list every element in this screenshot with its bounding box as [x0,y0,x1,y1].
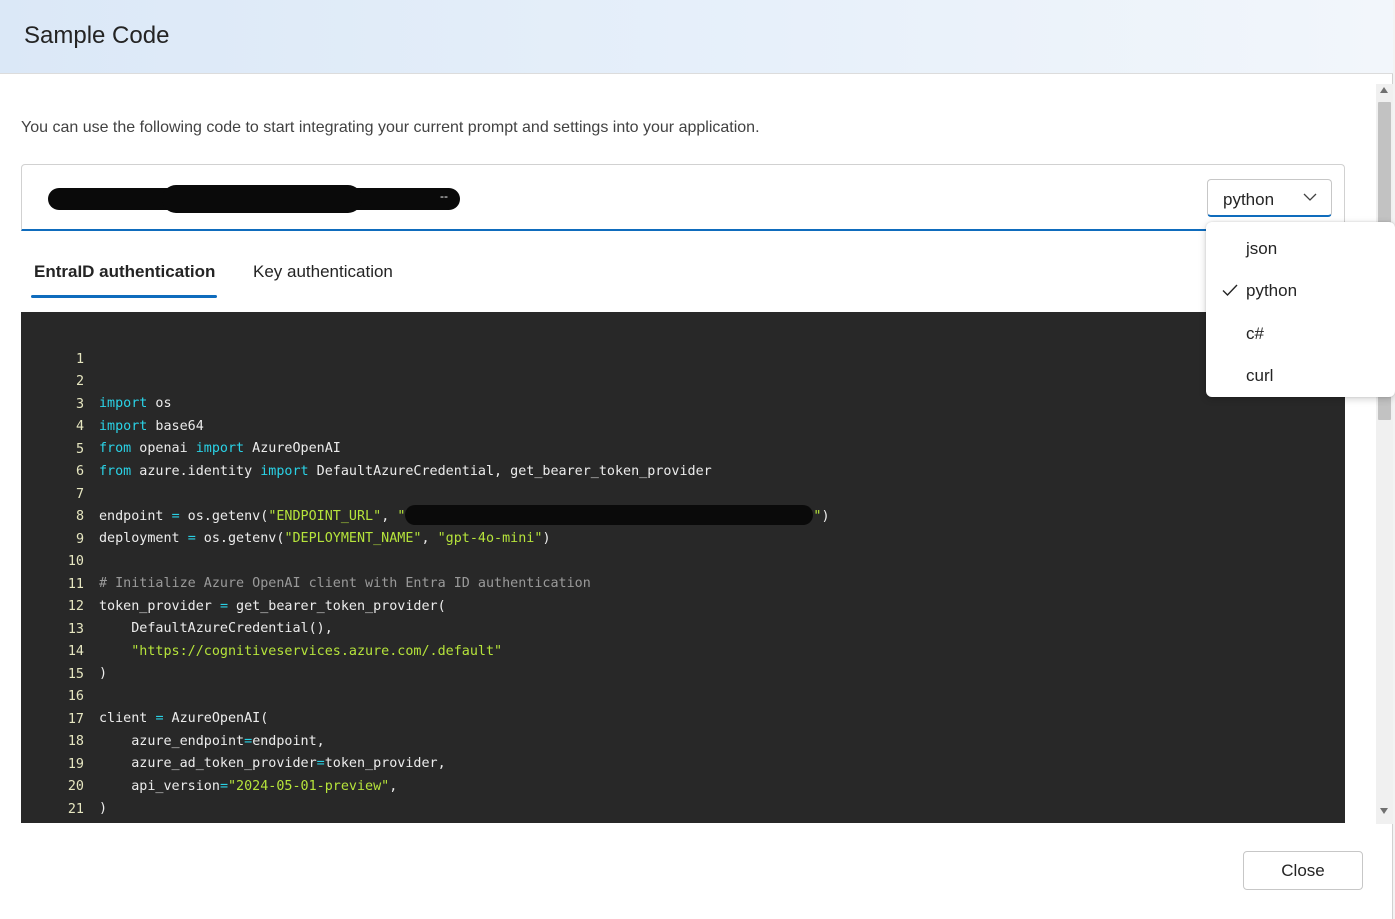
code-editor[interactable]: 1 2 import os 3 import base64 4 from ope… [21,312,1345,823]
line-number: 22 [49,821,84,823]
code-line: 20 ) [21,754,1345,816]
language-option-label: python [1246,281,1298,300]
checkmark-icon [1222,284,1238,297]
code-line: 3 import base64 [21,372,1345,434]
language-option-label: curl [1246,366,1274,385]
close-button[interactable]: Close [1243,851,1363,890]
vertical-scrollbar[interactable] [1376,84,1393,824]
code-line: 9 [21,507,1345,547]
intro-text: You can use the following code to start … [21,119,760,136]
code-line: 13 "https://cognitiveservices.azure.com/… [21,597,1345,659]
dialog-title: Sample Code [24,22,170,49]
language-dropdown-menu: json python c# curl [1206,222,1395,397]
language-option-python[interactable]: python [1206,268,1395,310]
language-option-json[interactable]: json [1206,226,1395,268]
active-tab-indicator [31,295,217,298]
language-option-label: c# [1246,324,1264,343]
code-line: 21 [21,777,1345,817]
tab-key-authentication[interactable]: Key authentication [253,262,393,282]
code-line: 10 # Initialize Azure OpenAI client with… [21,529,1345,591]
code-line: 18 azure_ad_token_provider=token_provide… [21,709,1345,771]
language-select[interactable]: python [1207,179,1332,217]
code-line: 7 endpoint = os.getenv("ENDPOINT_URL", "… [21,462,1345,525]
code-line: 2 import os [21,349,1345,411]
scroll-down-arrow-icon[interactable] [1380,808,1388,814]
code-line: 8 deployment = os.getenv("DEPLOYMENT_NAM… [21,484,1345,546]
code-line: 17 azure_endpoint=endpoint, [21,687,1345,749]
code-line: 19 api_version="2024-05-01-preview", [21,732,1345,794]
code-line: 22 [21,799,1345,821]
language-option-label: json [1246,239,1278,258]
endpoint-field[interactable]: -- python [21,164,1345,231]
chevron-down-icon [1303,193,1317,201]
code-line: 11 token_provider = get_bearer_token_pro… [21,552,1345,614]
code-line: 14 ) [21,619,1345,681]
code-line: 6 [21,439,1345,479]
language-option-csharp[interactable]: c# [1206,311,1395,353]
language-select-value: python [1223,190,1275,209]
scroll-up-arrow-icon[interactable] [1380,87,1388,93]
code-line: 4 from openai import AzureOpenAI [21,394,1345,456]
dialog-header: Sample Code [0,0,1393,74]
code-line: 1 [21,327,1345,367]
endpoint-trailing-text: -- [440,189,448,203]
code-line: 5 from azure.identity import DefaultAzur… [21,417,1345,479]
sample-code-dialog: Sample Code You can use the following co… [0,0,1395,919]
redacted-endpoint-blob [162,185,362,213]
language-option-curl[interactable]: curl [1206,353,1395,395]
code-line: 12 DefaultAzureCredential(), [21,574,1345,636]
code-line: 16 client = AzureOpenAI( [21,664,1345,726]
tab-entraid-authentication[interactable]: EntraID authentication [34,262,215,282]
code-line: 15 [21,642,1345,682]
